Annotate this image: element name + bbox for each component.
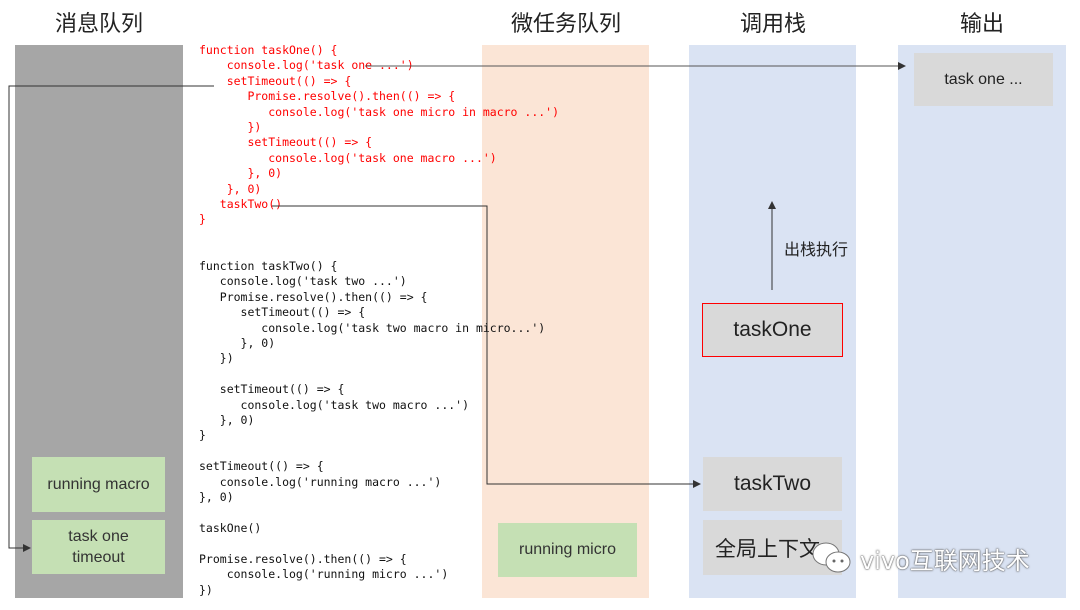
watermark-text: vivo互联网技术 — [860, 546, 1030, 575]
connector-arrows — [8, 62, 906, 552]
arrow-settimeout-to-queue — [8, 85, 214, 552]
arrow-tasktwo-to-stack — [272, 205, 701, 488]
wechat-icon — [812, 542, 851, 573]
watermark: vivo互联网技术 — [810, 540, 1030, 576]
